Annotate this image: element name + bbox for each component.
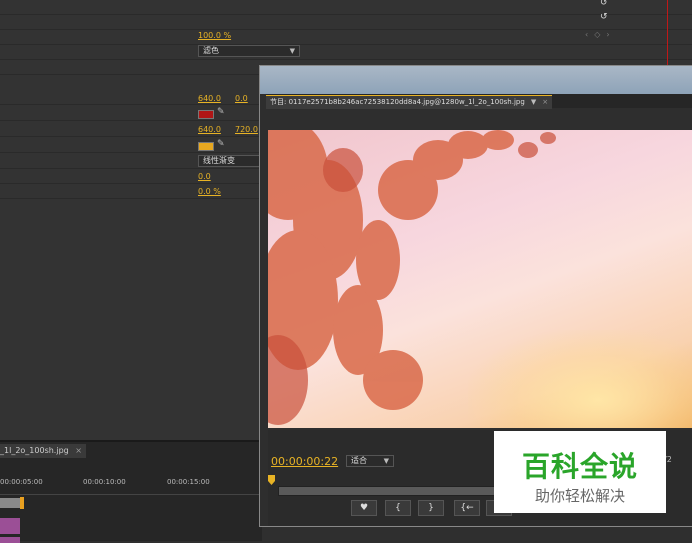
chevron-down-icon[interactable]: ▼ xyxy=(531,98,536,106)
video-image xyxy=(268,130,556,425)
timeline-time-label: 00:00:15:00 xyxy=(167,478,210,486)
fit-select-label: 适合 xyxy=(351,456,367,465)
chevron-down-icon: ▼ xyxy=(383,457,389,465)
chevron-down-icon: ▼ xyxy=(289,47,295,55)
property-row-blend-mode xyxy=(0,45,692,60)
end-point-x[interactable]: 640.0 xyxy=(198,125,221,134)
watermark-title: 百科全说 xyxy=(521,450,638,483)
property-row xyxy=(0,0,692,15)
eyedropper-icon[interactable]: ✎ xyxy=(217,107,225,117)
end-color-swatch[interactable] xyxy=(198,142,214,151)
start-point-x[interactable]: 640.0 xyxy=(198,94,221,103)
reset-icon[interactable]: ↺ xyxy=(600,12,608,22)
keyframe-navigator[interactable]: ‹◇› xyxy=(585,30,616,39)
close-icon[interactable]: × xyxy=(542,98,548,106)
ramp-shape-select[interactable]: 线性渐变 xyxy=(198,155,260,167)
go-to-in-icon: {← xyxy=(460,503,474,513)
monitor-tab-label: 节目: 0117e2571b8b246ac72538120dd8a4.jpg@1… xyxy=(270,98,525,106)
mark-in-button[interactable]: { xyxy=(385,500,411,516)
timeline-panel: _1l_2o_100sh.jpg × 00:00:05:00 00:00:10:… xyxy=(0,440,262,543)
ramp-scatter-value[interactable]: 0.0 xyxy=(198,172,211,181)
close-icon[interactable]: × xyxy=(75,446,82,455)
watermark-logo: 百科全说 助你轻松解决 xyxy=(494,431,666,513)
blend-mode-select[interactable]: 滤色 ▼ xyxy=(198,45,300,57)
start-color-swatch[interactable] xyxy=(198,110,214,119)
mark-in-icon: { xyxy=(395,503,401,513)
playhead-timecode[interactable]: 00:00:00:22 xyxy=(271,455,338,468)
ramp-shape-label: 线性渐变 xyxy=(203,156,235,165)
blend-with-original-value[interactable]: 0.0 % xyxy=(198,187,221,196)
opacity-value[interactable]: 100.0 % xyxy=(198,31,231,40)
go-to-in-button[interactable]: {← xyxy=(454,500,480,516)
timeline-tab-label: _1l_2o_100sh.jpg xyxy=(0,446,69,455)
tab-program-monitor[interactable]: 节目: 0117e2571b8b246ac72538120dd8a4.jpg@1… xyxy=(266,95,553,109)
watermark-subtitle: 助你轻松解决 xyxy=(534,487,625,505)
add-marker-button[interactable]: ♥ xyxy=(351,500,377,516)
current-time-indicator xyxy=(667,0,668,70)
window-titlebar[interactable] xyxy=(260,66,692,94)
mark-out-button[interactable]: } xyxy=(418,500,444,516)
work-area-bar[interactable] xyxy=(0,498,22,508)
start-point-y[interactable]: 0.0 xyxy=(235,94,248,103)
scrub-bar[interactable] xyxy=(278,486,500,496)
fit-select[interactable]: 适合 ▼ xyxy=(346,455,394,467)
timeline-tab[interactable]: _1l_2o_100sh.jpg × xyxy=(0,444,86,458)
eyedropper-icon[interactable]: ✎ xyxy=(217,139,225,149)
end-point-y[interactable]: 720.0 xyxy=(235,125,258,134)
marker-icon: ♥ xyxy=(359,503,369,513)
mark-out-icon: } xyxy=(428,503,434,513)
timeline-playhead[interactable] xyxy=(20,497,24,509)
timeline-time-label: 00:00:10:00 xyxy=(83,478,126,486)
reset-icon[interactable]: ↺ xyxy=(600,0,608,8)
playhead-marker[interactable] xyxy=(268,475,275,485)
video-clip[interactable] xyxy=(0,537,20,543)
video-preview xyxy=(268,130,692,428)
video-clip[interactable] xyxy=(0,518,20,534)
property-row xyxy=(0,15,692,30)
timeline-time-label: 00:00:05:00 xyxy=(0,478,43,486)
monitor-tabbar: 节目: 0117e2571b8b246ac72538120dd8a4.jpg@1… xyxy=(266,94,692,109)
blend-mode-label: 滤色 xyxy=(203,46,219,55)
